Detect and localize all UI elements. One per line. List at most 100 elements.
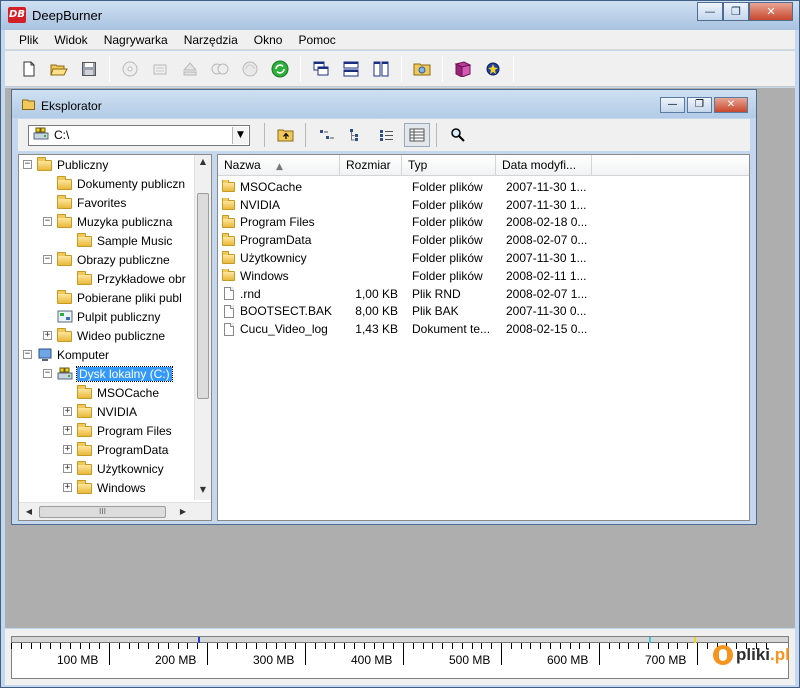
copy-disc-icon[interactable]	[208, 57, 232, 81]
erase-icon[interactable]	[148, 57, 172, 81]
open-icon[interactable]	[47, 57, 71, 81]
collapse-icon[interactable]: −	[43, 217, 52, 226]
folder-tree[interactable]: − Publiczny Dokumenty publiczn Favorites − Mu…	[18, 154, 212, 521]
expand-icon[interactable]: +	[63, 464, 72, 473]
new-icon[interactable]	[17, 57, 41, 81]
expand-icon[interactable]: +	[63, 483, 72, 492]
column-header-date[interactable]: Data modyfi...	[496, 155, 592, 176]
tree-item[interactable]: Pobierane pliki publ	[19, 288, 182, 307]
close-button[interactable]: ✕	[749, 2, 793, 21]
tree-item[interactable]: + Program Files	[19, 421, 172, 440]
refresh-icon[interactable]	[268, 57, 292, 81]
tile-vertical-icon[interactable]	[369, 57, 393, 81]
tree-item[interactable]: + ProgramData	[19, 440, 168, 459]
tree-item[interactable]: + Windows	[19, 478, 146, 497]
ruler-label: 500 MB	[449, 653, 491, 667]
tree-item[interactable]: + Wideo publiczne	[19, 326, 165, 345]
expand-icon[interactable]: +	[63, 407, 72, 416]
explorer-toolbar-separator	[436, 123, 437, 147]
collapse-icon[interactable]: −	[23, 160, 32, 169]
disc-info-icon[interactable]	[238, 57, 262, 81]
details-view-icon[interactable]	[404, 123, 430, 147]
path-combobox[interactable]: C:\ ▼	[28, 124, 250, 146]
explorer-maximize-button[interactable]: ❐	[687, 97, 712, 113]
menu-nagrywarka[interactable]: Nagrywarka	[96, 33, 176, 47]
file-row[interactable]: BOOTSECT.BAK 8,00 KB Plik BAK 2007-11-30 0.…	[218, 303, 749, 321]
menu-widok[interactable]: Widok	[46, 33, 95, 47]
tree-item[interactable]: Pulpit publiczny	[19, 307, 160, 326]
expand-icon[interactable]: +	[43, 331, 52, 340]
tree-item[interactable]: − Publiczny	[19, 155, 108, 174]
tree-item[interactable]: − Komputer	[19, 345, 109, 364]
maximize-button[interactable]: ❐	[723, 2, 749, 21]
ruler-minor-tick	[138, 643, 140, 649]
minimize-button[interactable]: —	[697, 2, 723, 21]
save-icon[interactable]	[77, 57, 101, 81]
file-row[interactable]: Windows Folder plików 2008-02-11 1...	[218, 267, 749, 285]
tree-item[interactable]: − Obrazy publiczne	[19, 250, 170, 269]
explorer-title-bar[interactable]: Eksplorator — ❐ ✕	[12, 90, 756, 118]
title-bar[interactable]: DB DeepBurner — ❐ ✕	[1, 1, 799, 30]
menu-plik[interactable]: Plik	[11, 33, 46, 47]
tree-item[interactable]: − Dysk lokalny (C:)	[19, 364, 173, 383]
scroll-left-icon[interactable]: ◀	[21, 507, 37, 516]
menu-narzedzia[interactable]: Narzędzia	[176, 33, 246, 47]
scroll-down-icon[interactable]: ▼	[195, 485, 211, 494]
file-row[interactable]: .rnd 1,00 KB Plik RND 2008-02-07 1...	[218, 285, 749, 303]
scroll-thumb[interactable]	[197, 193, 209, 399]
scroll-up-icon[interactable]: ▲	[195, 157, 211, 166]
tree-item[interactable]: Sample Music	[19, 231, 172, 250]
collapse-icon[interactable]: −	[23, 350, 32, 359]
cascade-icon[interactable]	[309, 57, 333, 81]
expand-icon[interactable]: +	[63, 445, 72, 454]
menu-pomoc[interactable]: Pomoc	[290, 33, 343, 47]
file-row[interactable]: Użytkownicy Folder plików 2007-11-30 1...	[218, 249, 749, 267]
tree-item[interactable]: Favorites	[19, 193, 126, 212]
file-list[interactable]: Nazwa ▲ Rozmiar Typ Data modyfi... MSOCa…	[217, 154, 750, 521]
column-header-size[interactable]: Rozmiar	[340, 155, 402, 176]
about-icon[interactable]	[481, 57, 505, 81]
tree-horizontal-scrollbar[interactable]: ◀ III ▶	[19, 502, 211, 520]
tree-item-label: Komputer	[57, 347, 110, 362]
tree-vertical-scrollbar[interactable]: ▲ ▼	[194, 155, 211, 500]
folder-icon	[77, 403, 93, 419]
scroll-thumb[interactable]: III	[39, 506, 166, 518]
file-row[interactable]: Program Files Folder plików 2008-02-18 0..…	[218, 214, 749, 232]
tile-horizontal-icon[interactable]	[339, 57, 363, 81]
tree-item[interactable]: Przykładowe obr	[19, 269, 186, 288]
watermark-brand: pliki	[736, 645, 771, 664]
small-icons-view-icon[interactable]	[314, 123, 340, 147]
file-name: MSOCache	[240, 179, 303, 194]
ruler-minor-tick	[589, 643, 591, 649]
column-header-name[interactable]: Nazwa ▲	[218, 155, 340, 176]
tree-item[interactable]: MSOCache	[19, 383, 159, 402]
tree-view-icon[interactable]	[374, 123, 400, 147]
up-folder-icon[interactable]	[273, 123, 299, 147]
tree-item[interactable]: + Użytkownicy	[19, 459, 164, 478]
explorer-minimize-button[interactable]: —	[660, 97, 685, 113]
burn-disc-icon[interactable]	[118, 57, 142, 81]
file-row[interactable]: ProgramData Folder plików 2008-02-07 0...	[218, 231, 749, 249]
scroll-right-icon[interactable]: ▶	[175, 507, 191, 516]
chevron-down-icon[interactable]: ▼	[232, 126, 248, 144]
file-row[interactable]: Cucu_Video_log 1,43 KB Dokument te... 2008-…	[218, 320, 749, 338]
explorer-close-button[interactable]: ✕	[714, 97, 748, 113]
collapse-icon[interactable]: −	[43, 369, 52, 378]
tree-item-label: Pobierane pliki publ	[77, 290, 182, 305]
menu-okno[interactable]: Okno	[246, 33, 291, 47]
collapse-icon[interactable]: −	[43, 255, 52, 264]
tree-item[interactable]: Dokumenty publiczn	[19, 174, 185, 193]
tree-item[interactable]: − Muzyka publiczna	[19, 212, 172, 231]
eject-icon[interactable]	[178, 57, 202, 81]
explorer-toolbar-separator	[305, 123, 306, 147]
book-icon[interactable]	[451, 57, 475, 81]
folder-icon	[57, 175, 73, 191]
explorer-icon[interactable]	[410, 57, 434, 81]
file-row[interactable]: MSOCache Folder plików 2007-11-30 1...	[218, 178, 749, 196]
column-header-type[interactable]: Typ	[402, 155, 496, 176]
tree-item[interactable]: + NVIDIA	[19, 402, 137, 421]
list-view-icon[interactable]	[344, 123, 370, 147]
file-row[interactable]: NVIDIA Folder plików 2007-11-30 1...	[218, 196, 749, 214]
search-icon[interactable]	[445, 123, 471, 147]
expand-icon[interactable]: +	[63, 426, 72, 435]
